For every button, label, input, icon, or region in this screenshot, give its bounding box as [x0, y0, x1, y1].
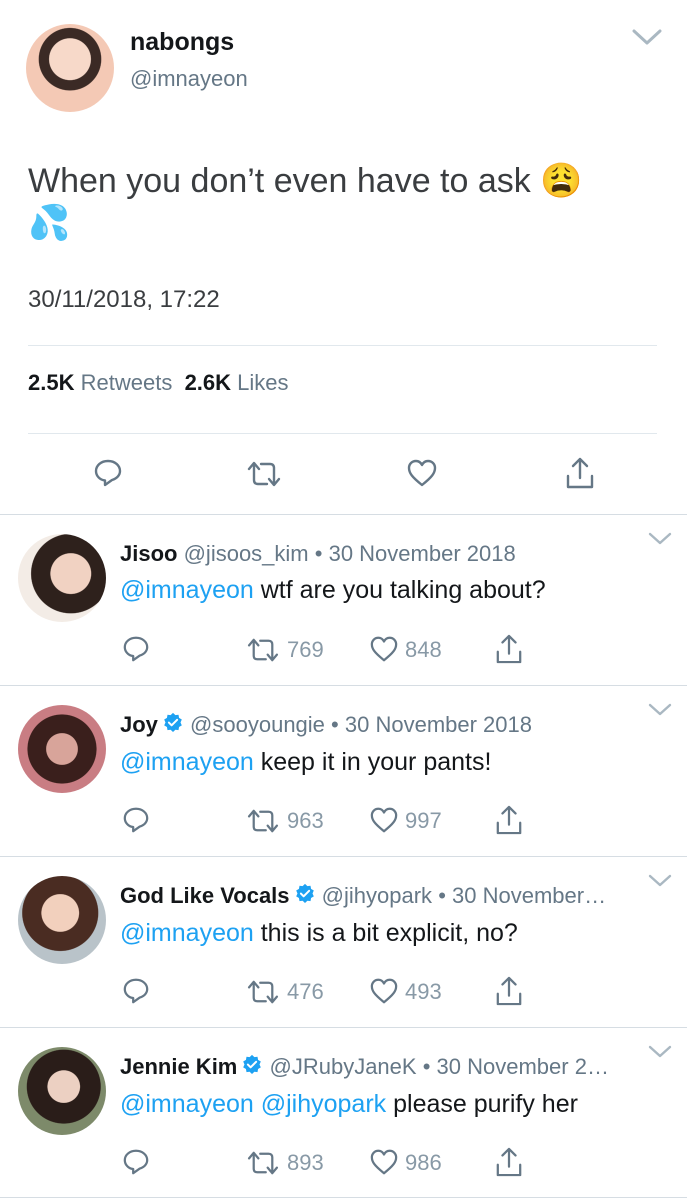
reply-handle[interactable]: @jihyopark — [322, 883, 432, 908]
reply-date[interactable]: 30 November 2… — [437, 1054, 609, 1079]
reply-icon[interactable] — [122, 977, 150, 1005]
weary-face-emoji: 😩 — [540, 162, 583, 200]
divider — [28, 345, 657, 346]
retweet-count: 769 — [287, 637, 324, 662]
reply-text: @imnayeon keep it in your pants! — [120, 748, 491, 777]
reply-display-name[interactable]: Joy — [120, 712, 158, 737]
share-icon[interactable] — [495, 975, 523, 1007]
reply-text: @imnayeon @jihyopark please purify her — [120, 1090, 578, 1119]
like-icon[interactable] — [369, 977, 399, 1005]
chevron-down-icon[interactable] — [632, 28, 662, 46]
sweat-droplets-emoji: 💦 — [28, 204, 71, 242]
like-icon[interactable] — [406, 458, 438, 488]
mention-link[interactable]: @imnayeon — [120, 748, 254, 776]
reply-header: Jisoo @jisoos_kim • 30 November 2018 — [120, 541, 516, 567]
chevron-down-icon[interactable] — [648, 532, 672, 546]
like-icon[interactable] — [369, 635, 399, 663]
reply-icon[interactable] — [93, 458, 123, 488]
chevron-down-icon[interactable] — [648, 1045, 672, 1059]
share-icon[interactable] — [495, 804, 523, 836]
divider — [0, 685, 687, 686]
reply-avatar[interactable] — [18, 1047, 106, 1135]
reply-display-name[interactable]: Jennie Kim — [120, 1054, 237, 1079]
retweet-count: 893 — [287, 1150, 324, 1175]
reply-icon[interactable] — [122, 1148, 150, 1176]
like-count: 986 — [405, 1150, 442, 1175]
like-count: 997 — [405, 808, 442, 833]
chevron-down-icon[interactable] — [648, 703, 672, 717]
author-display-name[interactable]: nabongs — [130, 28, 234, 57]
reply-icon[interactable] — [122, 635, 150, 663]
reply-handle[interactable]: @JRubyJaneK — [270, 1054, 417, 1079]
separator-dot: • — [422, 1054, 431, 1079]
author-handle[interactable]: @imnayeon — [130, 66, 248, 92]
reply-display-name[interactable]: Jisoo — [120, 541, 177, 566]
likes-stat[interactable]: 2.6K Likes — [185, 370, 289, 395]
reply-body: this is a bit explicit, no? — [260, 919, 518, 947]
mention-link[interactable]: @imnayeon — [120, 919, 254, 947]
reply-display-name[interactable]: God Like Vocals — [120, 883, 290, 908]
like-icon[interactable] — [369, 806, 399, 834]
reply-header: Jennie Kim @JRubyJaneK • 30 November 2… — [120, 1054, 609, 1080]
divider — [0, 514, 687, 515]
retweet-count: 476 — [287, 979, 324, 1004]
share-icon[interactable] — [495, 633, 523, 665]
retweet-icon[interactable] — [245, 979, 281, 1005]
reply-avatar[interactable] — [18, 705, 106, 793]
reply-body: please purify her — [393, 1090, 578, 1118]
reply-date[interactable]: 30 November 2018 — [345, 712, 532, 737]
retweets-stat[interactable]: 2.5K Retweets — [28, 370, 172, 395]
like-count: 493 — [405, 979, 442, 1004]
separator-dot: • — [331, 712, 339, 737]
tweet-stats: 2.5K Retweets 2.6K Likes — [28, 370, 289, 396]
reply-body: wtf are you talking about? — [260, 576, 546, 604]
share-icon[interactable] — [495, 1146, 523, 1178]
reply-date[interactable]: 30 November 2018 — [329, 541, 516, 566]
retweet-icon[interactable] — [245, 808, 281, 834]
verified-badge-icon — [243, 1054, 262, 1074]
reply-header: God Like Vocals @jihyopark • 30 November… — [120, 883, 606, 909]
reply-body: keep it in your pants! — [260, 748, 492, 776]
retweet-icon[interactable] — [245, 637, 281, 663]
mention-link[interactable]: @imnayeon @jihyopark — [120, 1090, 386, 1118]
tweet-body: When you don’t even have to ask — [28, 162, 531, 200]
chevron-down-icon[interactable] — [648, 874, 672, 888]
verified-badge-icon — [295, 883, 314, 903]
divider — [0, 1027, 687, 1028]
share-icon[interactable] — [565, 456, 595, 490]
divider — [28, 433, 657, 434]
reply-avatar[interactable] — [18, 876, 106, 964]
mention-link[interactable]: @imnayeon — [120, 576, 254, 604]
author-avatar[interactable] — [26, 24, 114, 112]
retweet-count: 963 — [287, 808, 324, 833]
tweet-timestamp[interactable]: 30/11/2018, 17:22 — [28, 286, 220, 314]
reply-icon[interactable] — [122, 806, 150, 834]
tweet-text: When you don’t even have to ask 😩 💦 — [28, 160, 658, 244]
verified-badge-icon — [164, 712, 182, 732]
reply-avatar[interactable] — [18, 534, 106, 622]
retweet-icon[interactable] — [245, 460, 283, 488]
separator-dot: • — [314, 541, 323, 566]
reply-handle[interactable]: @sooyoungie — [190, 712, 325, 737]
reply-handle[interactable]: @jisoos_kim — [184, 541, 309, 566]
divider — [0, 856, 687, 857]
like-icon[interactable] — [369, 1148, 399, 1176]
like-count: 848 — [405, 637, 442, 662]
reply-date[interactable]: 30 November… — [452, 883, 606, 908]
divider — [0, 1197, 687, 1198]
reply-header: Joy @sooyoungie • 30 November 2018 — [120, 712, 532, 738]
retweet-icon[interactable] — [245, 1150, 281, 1176]
reply-text: @imnayeon this is a bit explicit, no? — [120, 919, 518, 948]
reply-text: @imnayeon wtf are you talking about? — [120, 576, 546, 605]
separator-dot: • — [438, 883, 446, 908]
